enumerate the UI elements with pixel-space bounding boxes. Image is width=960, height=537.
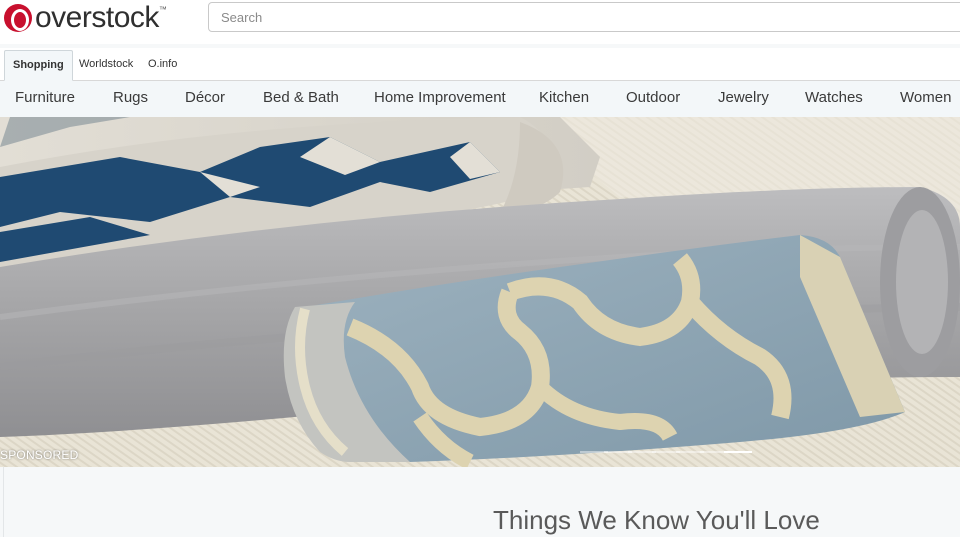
category-furniture[interactable]: Furniture bbox=[15, 81, 75, 114]
search-input[interactable] bbox=[208, 2, 960, 32]
category-outdoor[interactable]: Outdoor bbox=[626, 81, 680, 114]
logo-mark-icon bbox=[4, 4, 32, 32]
logo-text: overstock bbox=[35, 1, 159, 34]
main-content: Things We Know You'll Love bbox=[0, 467, 960, 537]
tab-o-info[interactable]: O.info bbox=[140, 50, 185, 80]
carousel-dot-active[interactable] bbox=[724, 451, 752, 453]
category-decor[interactable]: Décor bbox=[185, 81, 225, 114]
hero-banner[interactable]: SPONSORED bbox=[0, 117, 960, 467]
divider bbox=[3, 467, 4, 537]
category-bed-bath[interactable]: Bed & Bath bbox=[263, 81, 339, 114]
header: overstock ™ bbox=[0, 0, 960, 44]
page: overstock ™ Shopping Worldstock O.info F… bbox=[0, 0, 960, 537]
category-jewelry[interactable]: Jewelry bbox=[718, 81, 769, 114]
category-kitchen[interactable]: Kitchen bbox=[539, 81, 589, 114]
category-home-improvement[interactable]: Home Improvement bbox=[374, 81, 506, 114]
site-tabs: Shopping Worldstock O.info bbox=[0, 48, 960, 81]
overstock-logo[interactable]: overstock ™ bbox=[4, 3, 167, 33]
category-nav: Furniture Rugs Décor Bed & Bath Home Imp… bbox=[0, 81, 960, 118]
hero-rugs-image bbox=[0, 117, 960, 467]
sponsored-label: SPONSORED bbox=[0, 448, 79, 462]
section-title: Things We Know You'll Love bbox=[493, 505, 820, 535]
logo-trademark: ™ bbox=[158, 5, 167, 14]
tab-shopping[interactable]: Shopping bbox=[4, 50, 73, 81]
category-watches[interactable]: Watches bbox=[805, 81, 863, 114]
category-rugs[interactable]: Rugs bbox=[113, 81, 148, 114]
category-women[interactable]: Women bbox=[900, 81, 951, 114]
tab-worldstock[interactable]: Worldstock bbox=[71, 50, 141, 80]
